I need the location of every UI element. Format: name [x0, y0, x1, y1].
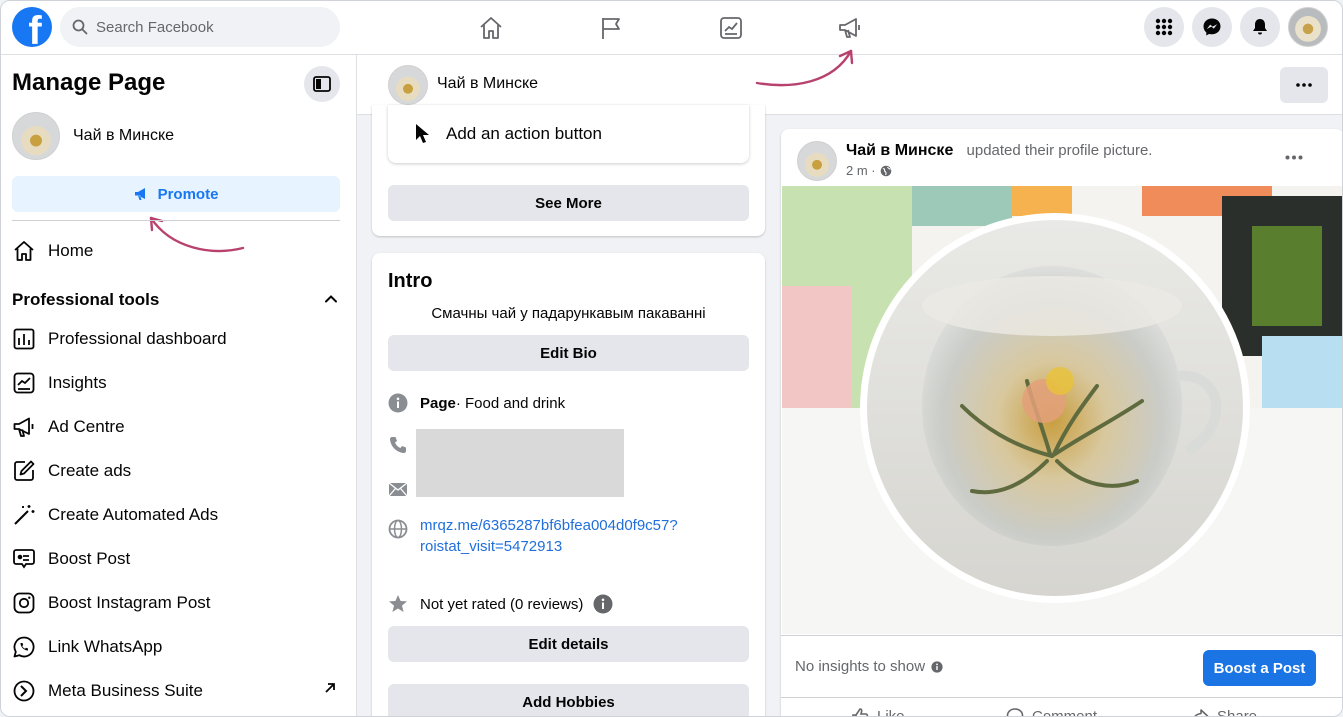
annotation-arrow [755, 49, 854, 87]
sidebar-divider [12, 220, 340, 221]
add-action-button[interactable]: Add an action button [388, 105, 749, 163]
profile-avatar[interactable] [1288, 7, 1328, 47]
add-hobbies-button[interactable]: Add Hobbies [388, 684, 749, 716]
megaphone-icon [12, 415, 36, 439]
boost-post-button[interactable]: Boost a Post [1203, 650, 1316, 686]
share-button[interactable]: Share [1191, 707, 1257, 716]
comment-button[interactable]: Comment [1006, 707, 1097, 716]
post-action-text: updated their profile picture. [966, 142, 1153, 159]
see-more-button[interactable]: See More [388, 185, 749, 221]
edit-details-button[interactable]: Edit details [388, 626, 749, 662]
phone-icon [390, 437, 406, 453]
more-dots-icon [1296, 83, 1312, 87]
app-window: f Manage Page [0, 0, 1343, 717]
sidebar-item-home[interactable]: Home [12, 236, 93, 266]
sidebar-item-create-automated-ads[interactable]: Create Automated Ads [12, 500, 218, 530]
sidebar-page-name: Чай в Минске [73, 127, 175, 144]
megaphone-icon[interactable] [835, 13, 865, 43]
flag-icon[interactable] [596, 13, 626, 43]
post-more-dots-icon[interactable] [1285, 155, 1303, 160]
post-meta: 2 m · [846, 163, 892, 178]
magic-wand-icon [12, 503, 36, 527]
post-timestamp[interactable]: 2 m · [846, 163, 876, 178]
info-icon[interactable] [593, 594, 613, 614]
megaphone-icon [134, 188, 145, 200]
sidebar-item-link-whatsapp[interactable]: Link WhatsApp [12, 632, 162, 662]
sidebar-item-boost-post[interactable]: Boost Post [12, 544, 130, 574]
facebook-logo[interactable]: f [12, 7, 52, 47]
external-link-icon [325, 683, 335, 693]
edit-icon [12, 459, 36, 483]
sidebar-toggle-icon [313, 76, 331, 92]
annotation-arrow [149, 216, 245, 253]
messenger-icon[interactable] [1192, 7, 1232, 47]
manage-page-sidebar: Manage Page Чай в Минске Promote Home Pr… [1, 55, 357, 716]
search-box[interactable] [60, 7, 340, 47]
cursor-icon [416, 124, 429, 143]
rating-row: Not yet rated (0 reviews) [388, 594, 613, 614]
meta-suite-icon [12, 679, 36, 703]
page-avatar [12, 112, 60, 160]
edit-bio-button[interactable]: Edit Bio [388, 335, 749, 371]
sidebar-item-ad-centre[interactable]: Ad Centre [12, 412, 125, 442]
sidebar-page-profile[interactable]: Чай в Минске [12, 112, 174, 160]
post-divider [781, 697, 1342, 698]
sidebar-item-insights[interactable]: Insights [12, 368, 107, 398]
info-icon[interactable] [931, 660, 943, 673]
mail-icon [388, 482, 408, 497]
intro-bio: Смачны чай у падарункавым пакаванні [431, 305, 706, 322]
post-card: Чай в Минске updated their profile pictu… [781, 129, 1342, 716]
home-icon [12, 239, 36, 263]
post-profile-picture[interactable] [782, 186, 1342, 634]
tea-photo [782, 186, 1342, 603]
search-input[interactable] [96, 18, 316, 36]
redacted-contact-info [416, 429, 624, 497]
globe-icon [388, 519, 408, 539]
sidebar-item-professional-dashboard[interactable]: Professional dashboard [12, 324, 227, 354]
like-icon [852, 708, 869, 716]
sidebar-item-create-ads[interactable]: Create ads [12, 456, 131, 486]
page-avatar[interactable] [388, 65, 428, 105]
top-navigation-bar: f [1, 1, 1342, 55]
sidebar-item-boost-instagram-post[interactable]: Boost Instagram Post [12, 588, 211, 618]
info-icon [388, 393, 408, 413]
comment-icon [1006, 708, 1024, 716]
website-link[interactable]: mrqz.me/6365287bf6bfea004d0f9c57? roista… [420, 515, 740, 557]
chevron-up-icon[interactable] [323, 291, 339, 307]
home-icon[interactable] [476, 13, 506, 43]
intro-title: Intro [388, 270, 433, 292]
professional-tools-heading[interactable]: Professional tools [12, 290, 159, 310]
dashboard-icon [12, 327, 36, 351]
collapse-sidebar-button[interactable] [304, 66, 340, 102]
intro-card: Intro Смачны чай у падарункавым пакаванн… [372, 253, 765, 716]
post-divider [781, 635, 1342, 636]
search-icon [72, 19, 88, 35]
star-icon [388, 594, 408, 614]
whatsapp-icon [12, 635, 36, 659]
no-insights-row: No insights to show [795, 658, 943, 675]
sidebar-title: Manage Page [12, 69, 166, 96]
like-button[interactable]: Like [851, 707, 905, 716]
post-author-avatar[interactable] [797, 141, 837, 181]
notifications-icon[interactable] [1240, 7, 1280, 47]
insights-icon [12, 371, 36, 395]
page-category-row: Page · Food and drink [388, 393, 565, 413]
instagram-icon [12, 591, 36, 615]
promote-button[interactable]: Promote [12, 176, 340, 212]
action-card: Add an action button See More [372, 105, 765, 236]
post-author-name[interactable]: Чай в Минске [846, 142, 953, 159]
sidebar-item-meta-business-suite[interactable]: Meta Business Suite [12, 676, 203, 706]
menu-grid-icon[interactable] [1144, 7, 1184, 47]
boost-icon [12, 547, 36, 571]
page-more-button[interactable] [1280, 67, 1328, 103]
share-icon [1194, 709, 1209, 716]
page-header-name[interactable]: Чай в Минске [437, 75, 538, 93]
insights-icon[interactable] [716, 13, 746, 43]
globe-icon [880, 165, 891, 176]
post-header-line: Чай в Минске updated their profile pictu… [846, 142, 1152, 160]
